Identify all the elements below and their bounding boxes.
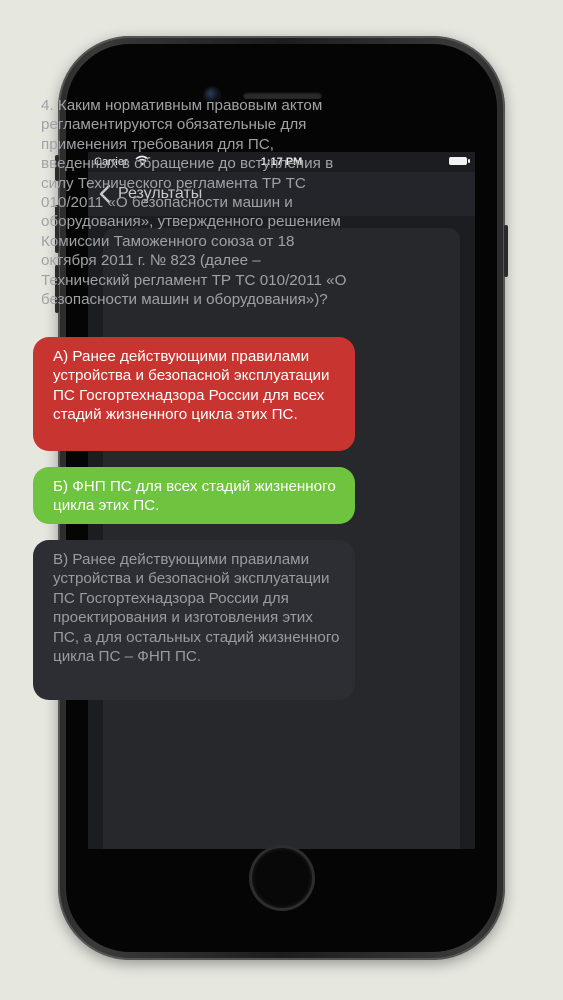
question-text: 4. Каким нормативным правовым актом регл…: [41, 97, 347, 309]
answer-option-c[interactable]: В) Ранее действующими правилами устройст…: [33, 540, 355, 700]
question-card: [103, 228, 460, 849]
answer-option-a[interactable]: А) Ранее действующими правилами устройст…: [33, 337, 355, 451]
battery-icon: [449, 157, 470, 165]
home-button[interactable]: [252, 848, 312, 908]
answer-option-b[interactable]: Б) ФНП ПС для всех стадий жизненного цик…: [33, 467, 355, 524]
power-button: [504, 225, 508, 277]
